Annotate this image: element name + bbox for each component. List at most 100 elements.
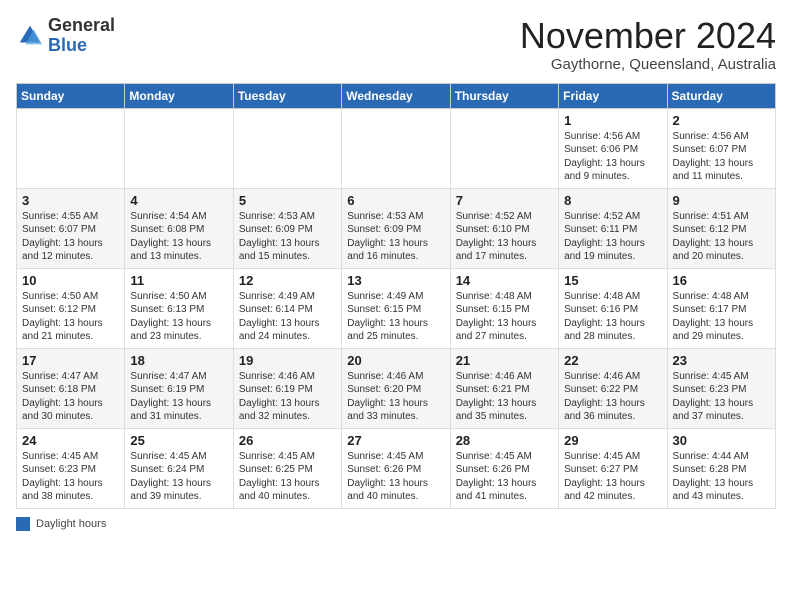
legend-color-box	[16, 517, 30, 531]
day-info: Sunrise: 4:49 AM Sunset: 6:15 PM Dayligh…	[347, 290, 444, 344]
day-number: 24	[22, 433, 119, 448]
day-info: Sunrise: 4:45 AM Sunset: 6:25 PM Dayligh…	[239, 450, 336, 504]
calendar-cell: 7 Sunrise: 4:52 AM Sunset: 6:10 PM Daylig…	[450, 188, 558, 268]
day-info: Sunrise: 4:50 AM Sunset: 6:13 PM Dayligh…	[130, 290, 227, 344]
day-number: 17	[22, 353, 119, 368]
calendar-cell: 11 Sunrise: 4:50 AM Sunset: 6:13 PM Dayli…	[125, 268, 233, 348]
weekday-header-tuesday: Tuesday	[233, 83, 341, 108]
day-info: Sunrise: 4:48 AM Sunset: 6:16 PM Dayligh…	[564, 290, 661, 344]
header: General Blue November 2024 Gaythorne, Qu…	[16, 16, 776, 73]
day-info: Sunrise: 4:45 AM Sunset: 6:24 PM Dayligh…	[130, 450, 227, 504]
calendar-cell	[342, 108, 450, 188]
day-number: 26	[239, 433, 336, 448]
day-number: 14	[456, 273, 553, 288]
title-block: November 2024 Gaythorne, Queensland, Aus…	[520, 16, 776, 73]
logo-text: General Blue	[48, 16, 115, 56]
day-info: Sunrise: 4:52 AM Sunset: 6:10 PM Dayligh…	[456, 210, 553, 264]
week-row-4: 17 Sunrise: 4:47 AM Sunset: 6:18 PM Dayli…	[17, 348, 776, 428]
logo-general: General	[48, 15, 115, 35]
calendar-cell: 27Sunrise: 4:45 AM Sunset: 6:26 PM Dayli…	[342, 428, 450, 508]
calendar-cell: 23 Sunrise: 4:45 AM Sunset: 6:23 PM Dayli…	[667, 348, 775, 428]
calendar-cell: 21 Sunrise: 4:46 AM Sunset: 6:21 PM Dayli…	[450, 348, 558, 428]
month-title: November 2024	[520, 16, 776, 56]
day-info: Sunrise: 4:53 AM Sunset: 6:09 PM Dayligh…	[347, 210, 444, 264]
calendar-cell	[233, 108, 341, 188]
day-number: 20	[347, 353, 444, 368]
calendar-cell: 24 Sunrise: 4:45 AM Sunset: 6:23 PM Dayli…	[17, 428, 125, 508]
calendar-cell: 15 Sunrise: 4:48 AM Sunset: 6:16 PM Dayli…	[559, 268, 667, 348]
day-info: Sunrise: 4:56 AM Sunset: 6:06 PM Dayligh…	[564, 130, 661, 184]
calendar-cell: 18 Sunrise: 4:47 AM Sunset: 6:19 PM Dayli…	[125, 348, 233, 428]
day-number: 23	[673, 353, 770, 368]
day-info: Sunrise: 4:46 AM Sunset: 6:19 PM Dayligh…	[239, 370, 336, 424]
day-info: Sunrise: 4:45 AM Sunset: 6:23 PM Dayligh…	[22, 450, 119, 504]
day-info: Sunrise: 4:54 AM Sunset: 6:08 PM Dayligh…	[130, 210, 227, 264]
weekday-header-wednesday: Wednesday	[342, 83, 450, 108]
weekday-header-friday: Friday	[559, 83, 667, 108]
calendar-cell: 28Sunrise: 4:45 AM Sunset: 6:26 PM Dayli…	[450, 428, 558, 508]
location-title: Gaythorne, Queensland, Australia	[520, 56, 776, 73]
day-number: 30	[673, 433, 770, 448]
legend: Daylight hours	[16, 517, 776, 531]
legend-label: Daylight hours	[36, 518, 106, 530]
weekday-header-saturday: Saturday	[667, 83, 775, 108]
day-number: 3	[22, 193, 119, 208]
day-number: 12	[239, 273, 336, 288]
day-info: Sunrise: 4:45 AM Sunset: 6:23 PM Dayligh…	[673, 370, 770, 424]
calendar-cell: 12Sunrise: 4:49 AM Sunset: 6:14 PM Dayli…	[233, 268, 341, 348]
calendar-cell: 9 Sunrise: 4:51 AM Sunset: 6:12 PM Daylig…	[667, 188, 775, 268]
calendar-cell: 20 Sunrise: 4:46 AM Sunset: 6:20 PM Dayli…	[342, 348, 450, 428]
day-number: 6	[347, 193, 444, 208]
day-number: 11	[130, 273, 227, 288]
day-info: Sunrise: 4:47 AM Sunset: 6:19 PM Dayligh…	[130, 370, 227, 424]
day-info: Sunrise: 4:50 AM Sunset: 6:12 PM Dayligh…	[22, 290, 119, 344]
calendar-cell: 25 Sunrise: 4:45 AM Sunset: 6:24 PM Dayli…	[125, 428, 233, 508]
calendar-cell: 2 Sunrise: 4:56 AM Sunset: 6:07 PM Daylig…	[667, 108, 775, 188]
day-info: Sunrise: 4:45 AM Sunset: 6:26 PM Dayligh…	[347, 450, 444, 504]
logo-blue: Blue	[48, 35, 87, 55]
day-number: 1	[564, 113, 661, 128]
week-row-1: 1 Sunrise: 4:56 AM Sunset: 6:06 PM Daylig…	[17, 108, 776, 188]
logo-icon	[16, 22, 44, 50]
day-number: 21	[456, 353, 553, 368]
calendar-cell: 13 Sunrise: 4:49 AM Sunset: 6:15 PM Dayli…	[342, 268, 450, 348]
weekday-header-monday: Monday	[125, 83, 233, 108]
day-info: Sunrise: 4:55 AM Sunset: 6:07 PM Dayligh…	[22, 210, 119, 264]
day-info: Sunrise: 4:52 AM Sunset: 6:11 PM Dayligh…	[564, 210, 661, 264]
day-number: 15	[564, 273, 661, 288]
week-row-2: 3 Sunrise: 4:55 AM Sunset: 6:07 PM Daylig…	[17, 188, 776, 268]
day-info: Sunrise: 4:45 AM Sunset: 6:26 PM Dayligh…	[456, 450, 553, 504]
day-number: 18	[130, 353, 227, 368]
week-row-3: 10 Sunrise: 4:50 AM Sunset: 6:12 PM Dayli…	[17, 268, 776, 348]
calendar-cell: 3 Sunrise: 4:55 AM Sunset: 6:07 PM Daylig…	[17, 188, 125, 268]
calendar-cell: 19Sunrise: 4:46 AM Sunset: 6:19 PM Dayli…	[233, 348, 341, 428]
day-info: Sunrise: 4:56 AM Sunset: 6:07 PM Dayligh…	[673, 130, 770, 184]
day-number: 7	[456, 193, 553, 208]
day-number: 25	[130, 433, 227, 448]
day-number: 9	[673, 193, 770, 208]
calendar-table: SundayMondayTuesdayWednesdayThursdayFrid…	[16, 83, 776, 509]
day-info: Sunrise: 4:47 AM Sunset: 6:18 PM Dayligh…	[22, 370, 119, 424]
day-number: 10	[22, 273, 119, 288]
day-info: Sunrise: 4:44 AM Sunset: 6:28 PM Dayligh…	[673, 450, 770, 504]
logo: General Blue	[16, 16, 115, 56]
day-number: 4	[130, 193, 227, 208]
weekday-header-sunday: Sunday	[17, 83, 125, 108]
calendar-cell: 30 Sunrise: 4:44 AM Sunset: 6:28 PM Dayli…	[667, 428, 775, 508]
calendar-cell: 17 Sunrise: 4:47 AM Sunset: 6:18 PM Dayli…	[17, 348, 125, 428]
calendar-cell: 8 Sunrise: 4:52 AM Sunset: 6:11 PM Daylig…	[559, 188, 667, 268]
day-info: Sunrise: 4:46 AM Sunset: 6:21 PM Dayligh…	[456, 370, 553, 424]
weekday-header-row: SundayMondayTuesdayWednesdayThursdayFrid…	[17, 83, 776, 108]
day-info: Sunrise: 4:51 AM Sunset: 6:12 PM Dayligh…	[673, 210, 770, 264]
day-number: 8	[564, 193, 661, 208]
day-number: 2	[673, 113, 770, 128]
day-info: Sunrise: 4:46 AM Sunset: 6:20 PM Dayligh…	[347, 370, 444, 424]
day-number: 13	[347, 273, 444, 288]
calendar-cell	[17, 108, 125, 188]
calendar-cell: 10 Sunrise: 4:50 AM Sunset: 6:12 PM Dayli…	[17, 268, 125, 348]
calendar-cell: 14Sunrise: 4:48 AM Sunset: 6:15 PM Dayli…	[450, 268, 558, 348]
calendar-cell	[125, 108, 233, 188]
day-number: 16	[673, 273, 770, 288]
calendar-cell: 26 Sunrise: 4:45 AM Sunset: 6:25 PM Dayli…	[233, 428, 341, 508]
day-number: 22	[564, 353, 661, 368]
